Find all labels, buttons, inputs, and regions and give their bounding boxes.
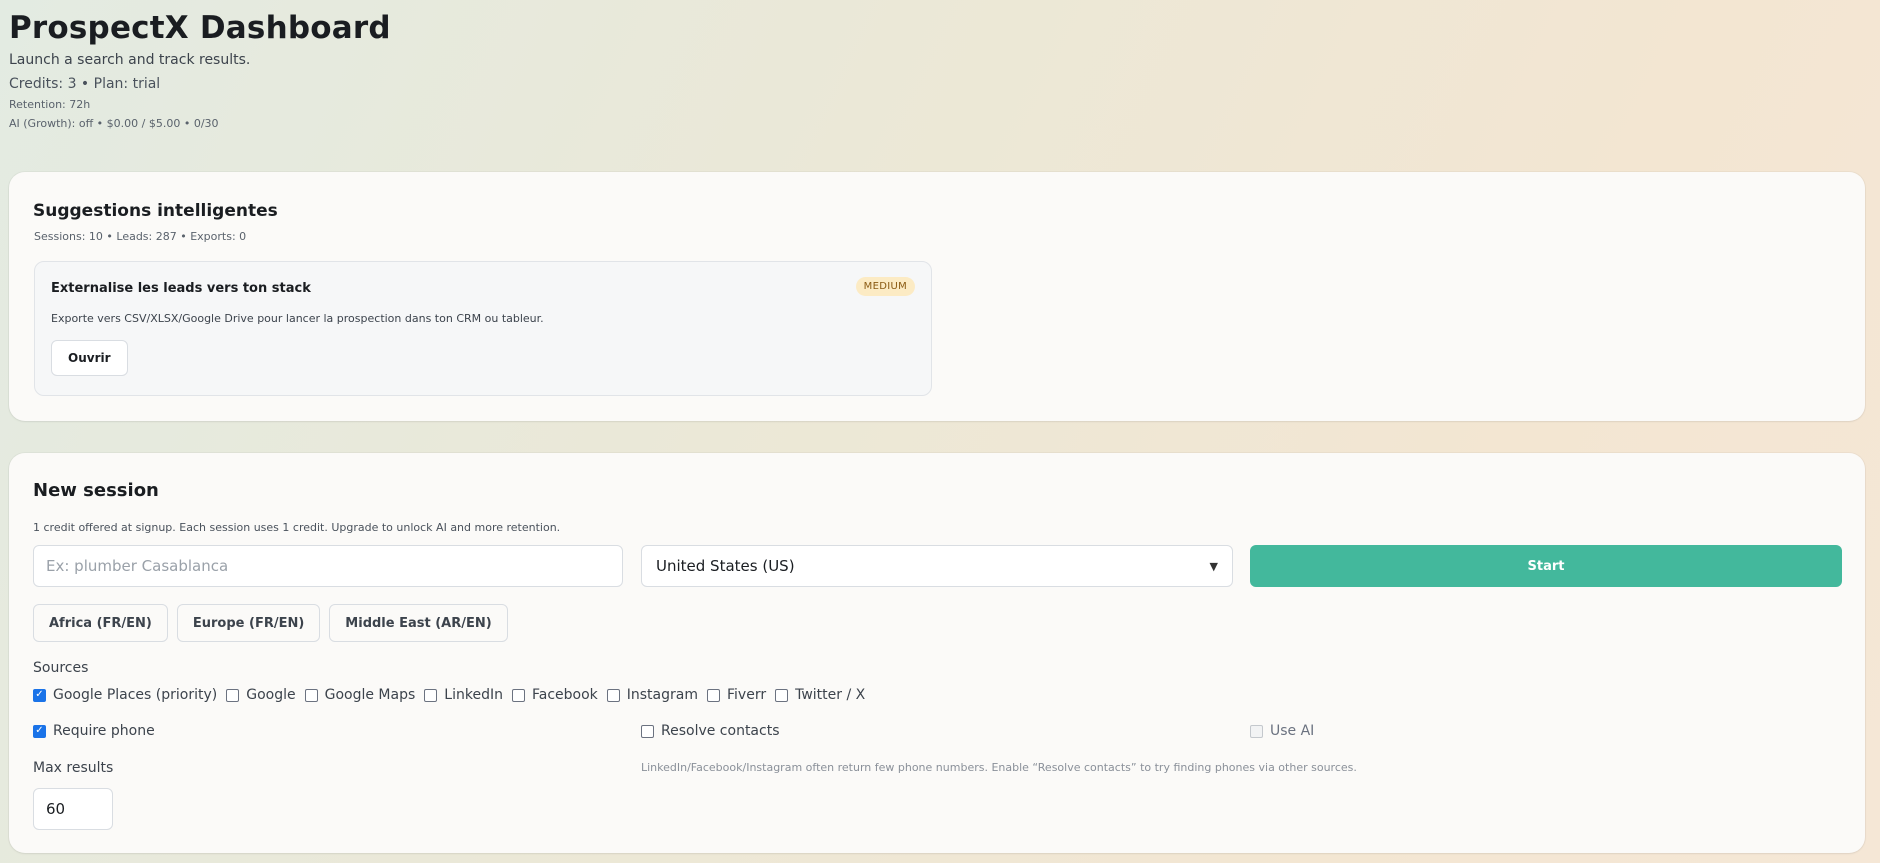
source-facebook[interactable]: Facebook — [511, 687, 598, 703]
checkbox-disabled-icon — [1250, 724, 1263, 738]
page-header: ProspectX Dashboard Launch a search and … — [9, 10, 391, 130]
source-linkedin[interactable]: LinkedIn — [424, 687, 503, 703]
retention-info: Retention: 72h — [9, 98, 91, 111]
source-google-places[interactable]: ✓ Google Places (priority) — [33, 687, 217, 703]
sources-hint: LinkedIn/Facebook/Instagram often return… — [641, 761, 1357, 774]
checkbox-icon[interactable] — [511, 688, 525, 702]
preset-europe-button[interactable]: Europe (FR/EN) — [176, 604, 321, 642]
suggestion-item: Externalise les leads vers ton stack MED… — [34, 261, 932, 396]
checkbox-icon[interactable] — [606, 688, 620, 702]
max-results-value: 60 — [46, 800, 66, 818]
preset-africa-button[interactable]: Africa (FR/EN) — [33, 604, 168, 642]
source-twitter[interactable]: Twitter / X — [775, 687, 865, 703]
source-label: LinkedIn — [444, 687, 503, 703]
source-label: Google Maps — [324, 687, 416, 703]
preset-middle-east-button[interactable]: Middle East (AR/EN) — [329, 604, 508, 642]
use-ai-label: Use AI — [1270, 723, 1315, 739]
checkbox-checked-icon[interactable]: ✓ — [33, 724, 46, 738]
checkbox-icon[interactable] — [304, 688, 318, 702]
country-select-value: United States (US) — [656, 557, 795, 575]
priority-badge: MEDIUM — [855, 277, 915, 296]
require-phone-option[interactable]: ✓ Require phone — [33, 723, 155, 739]
new-session-title: New session — [33, 480, 159, 501]
sources-label: Sources — [33, 660, 89, 676]
require-phone-label: Require phone — [53, 723, 155, 739]
suggestions-title: Suggestions intelligentes — [33, 201, 278, 221]
use-ai-option: Use AI — [1250, 723, 1314, 739]
new-session-card: New session 1 credit offered at signup. … — [9, 453, 1865, 853]
checkbox-icon[interactable] — [707, 688, 720, 702]
source-instagram[interactable]: Instagram — [606, 687, 698, 703]
checkbox-icon[interactable] — [226, 688, 240, 702]
ai-usage-info: AI (Growth): off • $0.00 / $5.00 • 0/30 — [9, 117, 219, 130]
max-results-label: Max results — [33, 760, 114, 776]
country-select[interactable]: United States (US) ▼ — [641, 545, 1233, 587]
suggestions-stats: Sessions: 10 • Leads: 287 • Exports: 0 — [34, 230, 247, 243]
suggestion-description: Exporte vers CSV/XLSX/Google Drive pour … — [51, 312, 544, 325]
source-label: Google — [246, 687, 296, 703]
page-title: ProspectX Dashboard — [9, 10, 391, 46]
checkbox-icon[interactable] — [424, 688, 438, 702]
credit-note: 1 credit offered at signup. Each session… — [33, 521, 561, 534]
source-label: Twitter / X — [795, 687, 866, 703]
suggestions-card: Suggestions intelligentes Sessions: 10 •… — [9, 172, 1865, 421]
source-label: Facebook — [531, 687, 598, 703]
resolve-contacts-option[interactable]: Resolve contacts — [641, 723, 780, 739]
start-button[interactable]: Start — [1250, 545, 1842, 587]
source-fiverr[interactable]: Fiverr — [707, 687, 766, 703]
source-label: Instagram — [626, 687, 698, 703]
source-label: Google Places (priority) — [53, 687, 218, 703]
open-button[interactable]: Ouvrir — [51, 340, 128, 376]
source-google-maps[interactable]: Google Maps — [304, 687, 416, 703]
suggestion-title: Externalise les leads vers ton stack — [51, 281, 311, 296]
region-presets: Africa (FR/EN) Europe (FR/EN) Middle Eas… — [33, 604, 508, 642]
page-subtitle: Launch a search and track results. — [9, 52, 251, 68]
resolve-contacts-label: Resolve contacts — [661, 723, 780, 739]
credits-info: Credits: 3 • Plan: trial — [9, 76, 161, 92]
sources-list: ✓ Google Places (priority) Google Google… — [33, 687, 874, 703]
checkbox-icon[interactable] — [775, 688, 789, 702]
search-query-input[interactable] — [33, 545, 623, 587]
max-results-input[interactable]: 60 — [33, 788, 113, 830]
chevron-down-icon: ▼ — [1209, 559, 1218, 573]
source-label: Fiverr — [727, 687, 767, 703]
source-google[interactable]: Google — [226, 687, 296, 703]
checkbox-icon[interactable] — [641, 724, 654, 738]
checkbox-checked-icon[interactable]: ✓ — [33, 688, 46, 702]
